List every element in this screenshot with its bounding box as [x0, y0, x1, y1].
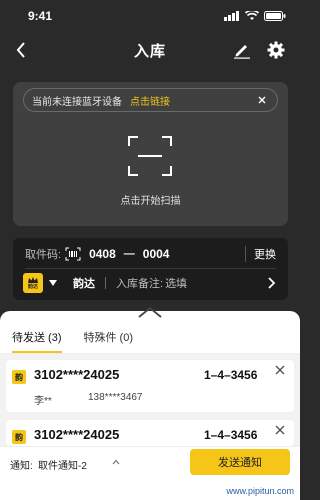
send-notice-button[interactable]: 发送通知 [190, 449, 290, 475]
note-input[interactable]: 选填 [165, 275, 187, 291]
nav-bar: 入库 [0, 32, 300, 68]
courier-logo[interactable]: 韵达 [23, 273, 43, 293]
scan-frame-icon[interactable] [128, 136, 172, 176]
divider [25, 268, 276, 269]
close-icon[interactable] [274, 424, 286, 436]
courier-row: 韵达 韵达 入库备注: 选填 [23, 272, 278, 294]
banner-close-button[interactable] [255, 93, 269, 107]
gear-icon [267, 41, 285, 59]
bluetooth-banner: 当前未连接蓝牙设备 点击链接 [23, 88, 278, 112]
chevron-left-icon [16, 42, 25, 58]
settings-button[interactable] [264, 38, 288, 62]
courier-name[interactable]: 韵达 [73, 275, 95, 291]
close-icon[interactable] [274, 364, 286, 376]
chevron-up-icon[interactable] [112, 459, 120, 465]
notice-template-select[interactable]: 取件通知-2 [38, 457, 87, 472]
scan-card: 当前未连接蓝牙设备 点击链接 点击开始扫描 [13, 82, 288, 226]
pickup-code-label: 取件码: [25, 249, 62, 261]
footer-bar: 通知: 取件通知-2 发送通知 www.pipitun.com [0, 446, 300, 500]
note-label: 入库备注: [116, 278, 164, 290]
tab-pending[interactable]: 待发送 (3) [12, 329, 62, 353]
tracking-number: 3102****24025 [34, 427, 120, 442]
list-item[interactable]: 韵 3102****24025 1–4–3456 李** 138****3467 [6, 360, 294, 412]
bluetooth-connect-link[interactable]: 点击链接 [130, 93, 170, 108]
bluetooth-message: 当前未连接蓝牙设备 [32, 96, 122, 108]
change-button[interactable]: 更换 [245, 246, 276, 262]
tab-special[interactable]: 特殊件 (0) [84, 329, 134, 353]
back-button[interactable] [10, 38, 32, 62]
pickup-card: 取件码: 0408 — 0004 更换 韵达 韵达 入库备注: 选填 [13, 238, 288, 300]
shelf-code: 1–4–3456 [204, 368, 258, 382]
notice-label: 通知: [10, 461, 33, 472]
separator [105, 277, 106, 289]
scan-label[interactable]: 点击开始扫描 [13, 192, 288, 207]
pen-icon [234, 45, 250, 59]
battery-icon [264, 11, 286, 21]
page-title: 入库 [133, 42, 166, 60]
tracking-number: 3102****24025 [34, 367, 120, 382]
courier-dropdown-icon[interactable] [49, 280, 57, 286]
wifi-icon [245, 11, 259, 20]
pickup-code-prefix[interactable]: 0408 [89, 247, 116, 261]
signal-icon [224, 11, 239, 21]
close-icon [258, 96, 266, 104]
shelf-code: 1–4–3456 [204, 428, 258, 442]
tab-bar: 待发送 (3) 特殊件 (0) [12, 329, 155, 353]
pickup-code-row: 取件码: 0408 — 0004 更换 [25, 244, 276, 264]
watermark: www.pipitun.com [226, 486, 294, 496]
status-icons [224, 11, 286, 21]
courier-badge: 韵 [12, 430, 26, 444]
list-item[interactable]: 韵 3102****24025 1–4–3456 [6, 420, 294, 446]
receiver-phone: 138****3467 [88, 392, 143, 403]
barcode-icon[interactable] [65, 247, 81, 261]
pickup-code-dash: — [123, 248, 135, 260]
chevron-right-icon[interactable] [266, 277, 276, 289]
courier-logo-text: 韵达 [27, 283, 38, 290]
courier-badge: 韵 [12, 370, 26, 384]
chevron-up-icon[interactable] [137, 305, 163, 319]
pickup-code-suffix[interactable]: 0004 [143, 247, 170, 261]
status-bar: 9:41 [0, 0, 300, 32]
receiver-name: 李** [34, 396, 52, 407]
status-time: 9:41 [28, 9, 53, 23]
edit-button[interactable] [230, 38, 254, 62]
